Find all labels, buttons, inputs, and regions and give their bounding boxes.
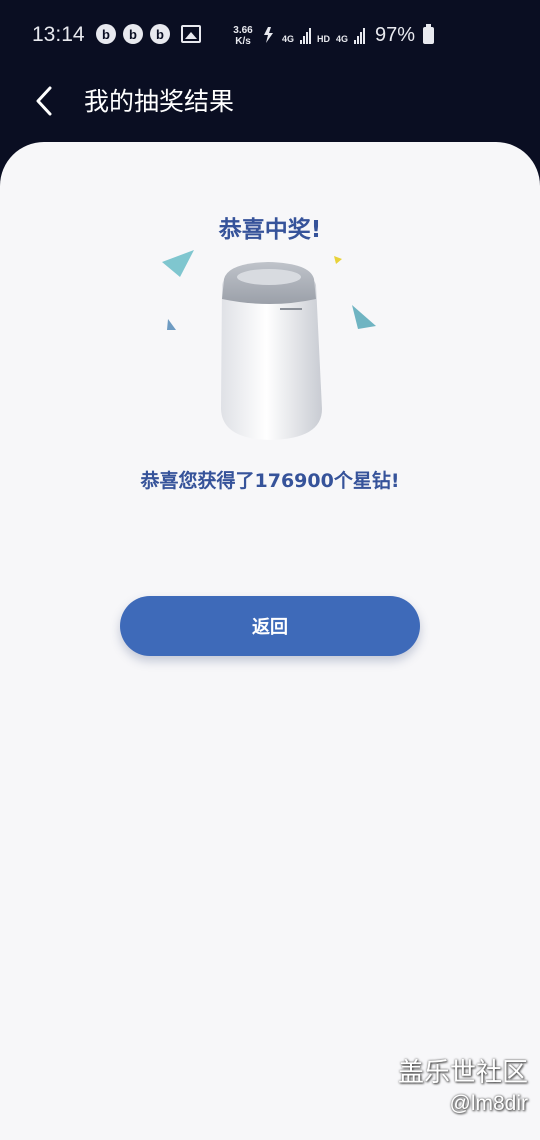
result-panel: 恭喜中奖! 恭喜您获得了176900个星钻! 返回 [0, 142, 540, 1140]
network-type-label-2: 4G [336, 34, 349, 44]
confetti-shape [167, 319, 176, 330]
confetti-shape [162, 250, 194, 277]
confetti-shape [334, 256, 342, 264]
network-speed: 3.66 K/s [229, 25, 257, 47]
back-button[interactable] [30, 82, 66, 122]
purifier-vent [237, 269, 301, 285]
status-bar: 13:14 b b b 3.66 K/s 4G HD 4G 97% [0, 0, 540, 72]
notification-icons: b b b [96, 24, 201, 44]
congrats-title: 恭喜中奖! [218, 217, 322, 243]
watermark-brand: 盖乐世社区 [397, 1058, 528, 1088]
chevron-left-icon [36, 86, 52, 116]
watermark-user: @lm8dir [449, 1092, 529, 1115]
image-icon [181, 25, 201, 43]
b-icon: b [123, 24, 143, 44]
signal-bars-icon [300, 28, 312, 44]
page-title: 我的抽奖结果 [84, 87, 235, 116]
status-time: 13:14 [32, 23, 85, 46]
result-message: 恭喜您获得了176900个星钻! [140, 470, 400, 492]
network-type-label: 4G [282, 34, 295, 44]
b-icon: b [96, 24, 116, 44]
return-button[interactable]: 返回 [120, 596, 420, 656]
network-speed-unit: K/s [235, 36, 251, 47]
battery-percent: 97% [375, 24, 416, 46]
app-bar: 我的抽奖结果 [0, 72, 540, 142]
confetti-shape [352, 305, 376, 329]
signal-icons: 4G HD 4G [262, 26, 366, 44]
purifier-logo [280, 308, 302, 310]
prize-image [162, 250, 376, 440]
hd-label: HD [317, 34, 331, 44]
network-speed-value: 3.66 [233, 25, 253, 36]
signal-bars-icon-2 [354, 28, 366, 44]
b-icon: b [150, 24, 170, 44]
battery-icon [423, 24, 434, 44]
charging-data-icon [264, 27, 273, 43]
